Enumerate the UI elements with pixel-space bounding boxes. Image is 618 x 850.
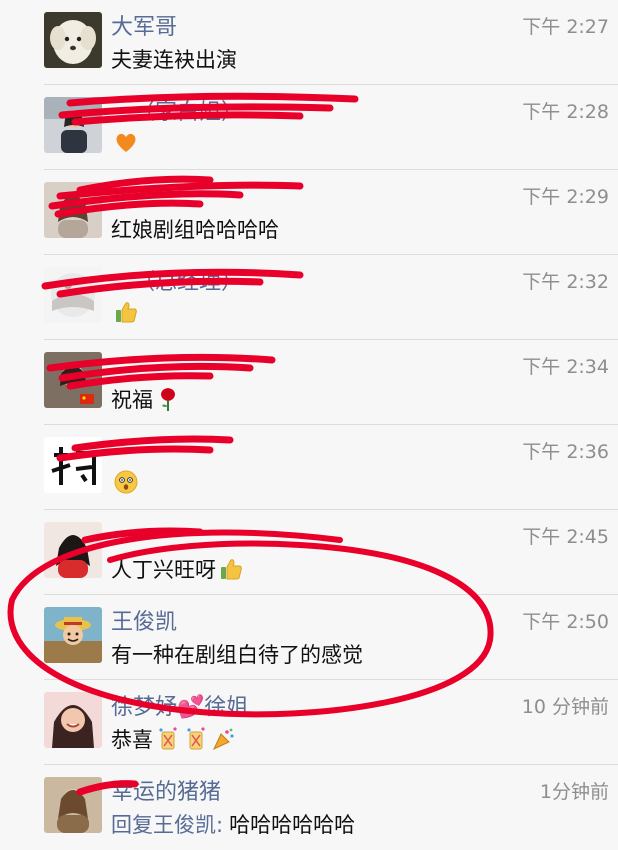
chat-row[interactable]: 下午 2:29 红娘剧组哈哈哈哈 xyxy=(0,170,618,255)
smiling-woman-avatar[interactable] xyxy=(44,692,102,748)
thumbs-up-emoji xyxy=(113,299,139,325)
timestamp: 1分钟前 xyxy=(539,781,609,803)
person-avatar[interactable] xyxy=(44,182,102,238)
message-text: 人丁兴旺呀 xyxy=(111,558,216,582)
confetti-emoji xyxy=(211,726,237,752)
white-dog-avatar[interactable] xyxy=(44,12,102,68)
message-text: 祝福 xyxy=(111,388,153,412)
message-text: 红娘剧组哈哈哈哈 xyxy=(111,218,279,242)
message-preview: 恭喜 xyxy=(111,724,237,754)
timestamp: 下午 2:34 xyxy=(522,356,609,378)
party-popper-emoji xyxy=(183,726,209,752)
chat-row[interactable]: 下午 2:45 人丁兴旺呀 xyxy=(0,510,618,595)
chat-row[interactable]: 大军哥 下午 2:27 夫妻连袂出演 xyxy=(0,0,618,85)
contact-name: 徐梦妤💕徐姐 xyxy=(111,695,249,720)
message-preview: 红娘剧组哈哈哈哈 xyxy=(111,214,279,244)
timestamp: 下午 2:28 xyxy=(522,101,609,123)
chat-row[interactable]: 幸运的猪猪 1分钟前 回复王俊凯: 哈哈哈哈哈哈 xyxy=(0,765,618,850)
person-avatar[interactable] xyxy=(44,522,102,578)
message-preview: 有一种在剧组白待了的感觉 xyxy=(111,639,363,669)
person-avatar[interactable] xyxy=(44,352,102,408)
reply-mention: 回复王俊凯: xyxy=(111,813,224,837)
person-avatar[interactable] xyxy=(44,97,102,153)
party-popper-emoji xyxy=(155,726,181,752)
chat-row[interactable]: 下午 2:34 祝福 xyxy=(0,340,618,425)
contact-name: …（家白姐） xyxy=(111,100,244,125)
timestamp: 下午 2:50 xyxy=(522,611,609,633)
message-preview: 人丁兴旺呀 xyxy=(111,554,244,584)
timestamp: 下午 2:29 xyxy=(522,186,609,208)
message-preview xyxy=(111,129,139,155)
contact-name: …（总经理） xyxy=(111,270,244,295)
orange-heart-emoji xyxy=(113,129,139,155)
chat-row[interactable]: 王俊凯 下午 2:50 有一种在剧组白待了的感觉 xyxy=(0,595,618,680)
chat-row[interactable]: …（家白姐） 下午 2:28 xyxy=(0,85,618,170)
surprised-face-emoji xyxy=(113,469,139,495)
person-avatar[interactable] xyxy=(44,777,102,833)
message-text: 夫妻连袂出演 xyxy=(111,48,237,72)
contact-name: 王俊凯 xyxy=(111,610,178,635)
message-preview: 祝福 xyxy=(111,384,181,414)
timestamp: 下午 2:32 xyxy=(522,271,609,293)
calligraphy-avatar[interactable] xyxy=(44,437,102,493)
person-avatar[interactable] xyxy=(44,267,102,323)
thumbs-up-emoji xyxy=(218,556,244,582)
timestamp: 下午 2:45 xyxy=(522,526,609,548)
message-text: 哈哈哈哈哈哈 xyxy=(229,813,356,837)
timestamp: 下午 2:27 xyxy=(522,16,609,38)
timestamp: 10 分钟前 xyxy=(521,696,609,718)
chat-row[interactable]: 下午 2:36 xyxy=(0,425,618,510)
message-text: 有一种在剧组白待了的感觉 xyxy=(111,643,363,667)
chat-row[interactable]: 徐梦妤💕徐姐 10 分钟前 恭喜 xyxy=(0,680,618,765)
rose-emoji xyxy=(155,386,181,412)
message-preview xyxy=(111,469,139,495)
chat-row[interactable]: …（总经理） 下午 2:32 xyxy=(0,255,618,340)
cartoon-avatar[interactable] xyxy=(44,607,102,663)
contact-name: 幸运的猪猪 xyxy=(111,780,222,805)
chat-list: 大军哥 下午 2:27 夫妻连袂出演 …（家白姐） 下午 2:28 下午 2:2… xyxy=(0,0,618,850)
timestamp: 下午 2:36 xyxy=(522,441,609,463)
message-preview: 回复王俊凯: 哈哈哈哈哈哈 xyxy=(111,809,355,839)
contact-name: 大军哥 xyxy=(111,15,178,40)
message-text: 恭喜 xyxy=(111,728,153,752)
message-preview: 夫妻连袂出演 xyxy=(111,44,237,74)
message-preview xyxy=(111,299,139,325)
